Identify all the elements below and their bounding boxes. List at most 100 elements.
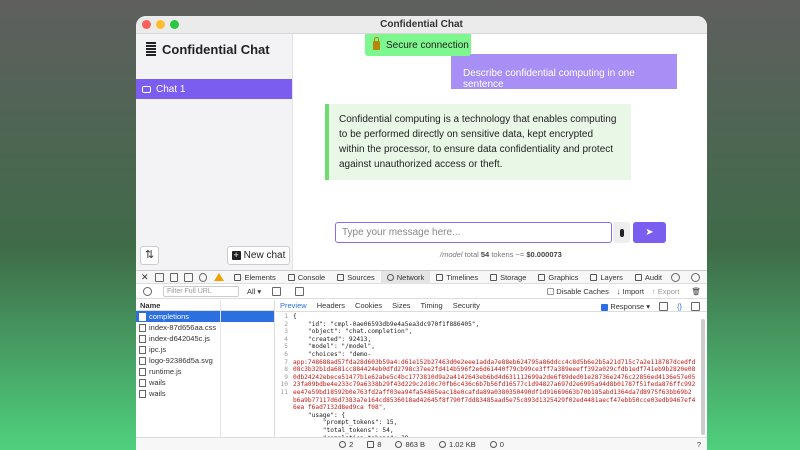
code-line: "object": "chat.completion", bbox=[293, 328, 413, 336]
window-controls bbox=[142, 20, 179, 29]
tab-layers-label: Layers bbox=[600, 272, 623, 282]
search-icon[interactable] bbox=[671, 272, 681, 282]
element-picker-icon[interactable] bbox=[198, 272, 208, 282]
settings-icon[interactable] bbox=[691, 272, 701, 282]
response-tab-headers[interactable]: Headers bbox=[317, 301, 345, 310]
dock-bottom-icon[interactable] bbox=[169, 272, 179, 282]
line-number: 6 bbox=[284, 350, 288, 358]
response-scrollbar[interactable] bbox=[701, 319, 705, 435]
requests-count-value: 2 bbox=[349, 440, 354, 449]
network-status-bar: 2 8 863 B 1.02 KB 0 ? bbox=[136, 437, 707, 450]
file-icon bbox=[139, 389, 146, 398]
titlebar: Confidential Chat bbox=[136, 16, 707, 34]
tab-audit[interactable]: Audit bbox=[629, 271, 668, 284]
model-name: /model bbox=[440, 250, 463, 259]
layers-icon bbox=[590, 273, 598, 281]
export-button[interactable]: ↑ Export bbox=[652, 287, 684, 296]
download-icon[interactable] bbox=[691, 302, 700, 311]
resources-count: 8 bbox=[367, 440, 381, 449]
list-header[interactable]: Name bbox=[136, 300, 274, 311]
cost-value: $0.000073 bbox=[526, 250, 562, 259]
clear-log-icon[interactable] bbox=[143, 286, 152, 296]
chat-main: Describe confidential computing in one s… bbox=[293, 34, 707, 270]
logo-icon bbox=[146, 42, 156, 57]
request-row[interactable]: index-d642045c.js bbox=[136, 333, 274, 344]
close-inspector-icon[interactable]: ✕ bbox=[141, 272, 149, 282]
pretty-print-icon[interactable]: {} bbox=[677, 302, 682, 311]
code-line: "id": "cmpl-0ae06593db9e4a5ea3dc970f1f88… bbox=[293, 320, 480, 328]
request-name: ipc.js bbox=[149, 345, 167, 354]
response-tab-sizes[interactable]: Sizes bbox=[392, 301, 410, 310]
response-tab-timing[interactable]: Timing bbox=[421, 301, 443, 310]
line-number: 4 bbox=[284, 335, 288, 343]
request-row[interactable]: runtime.js bbox=[136, 366, 274, 377]
response-tab-cookies[interactable]: Cookies bbox=[355, 301, 382, 310]
line-number: 1 bbox=[284, 313, 288, 320]
code-line: "model": "/model", bbox=[293, 343, 375, 351]
code-line: 6ea f6ad7132d8ed9ca f08", bbox=[293, 404, 387, 412]
secure-connection-label: Secure connection bbox=[386, 39, 469, 51]
request-row[interactable]: wails bbox=[136, 388, 274, 399]
copy-icon[interactable] bbox=[658, 302, 668, 311]
response-tab-security[interactable]: Security bbox=[453, 301, 480, 310]
request-row[interactable]: completions bbox=[136, 311, 274, 322]
code-line: 23fa09bdbe4e233c79a6338b29f43d229c2d10c7… bbox=[293, 381, 696, 389]
request-row[interactable]: wails bbox=[136, 377, 274, 388]
disable-caches-checkbox[interactable] bbox=[547, 288, 555, 296]
line-gutter: 1 2 3 4 5 6 7 8 9 10 11 bbox=[276, 313, 288, 397]
filter-icon[interactable] bbox=[295, 286, 305, 296]
trash-icon[interactable]: 🗑 bbox=[691, 287, 707, 296]
tab-layers[interactable]: Layers bbox=[584, 271, 629, 284]
close-window-button[interactable] bbox=[142, 20, 151, 29]
code-line: ee47e59bd18592b0e763fd2aff03ea94fa54865e… bbox=[293, 388, 692, 396]
code-line: "usage": { bbox=[293, 411, 346, 419]
message-input[interactable]: Type your message here... bbox=[335, 222, 612, 243]
disable-caches-toggle[interactable]: Disable Caches bbox=[547, 287, 609, 296]
tab-graphics[interactable]: Graphics bbox=[532, 271, 584, 284]
sidebar-item-chat-1[interactable]: Chat 1 bbox=[136, 79, 292, 99]
line-number: 5 bbox=[284, 343, 288, 351]
tab-timelines[interactable]: Timelines bbox=[430, 271, 484, 284]
filter-url-input[interactable]: Filter Full URL bbox=[163, 285, 239, 297]
response-mode-select[interactable]: Response ▾ bbox=[601, 302, 650, 311]
transferred-size: 863 B bbox=[395, 440, 425, 449]
zoom-window-button[interactable] bbox=[170, 20, 179, 29]
request-name: logo-92386d5a.svg bbox=[149, 356, 213, 365]
sources-icon bbox=[337, 273, 345, 281]
requests-count: 2 bbox=[339, 440, 353, 449]
response-body: 1 2 3 4 5 6 7 8 9 10 11 { "id": "cmpl-0ae06593db9e… bbox=[276, 313, 700, 437]
tab-network[interactable]: Network bbox=[380, 270, 431, 284]
audit-icon bbox=[634, 273, 642, 281]
import-button[interactable]: ↓ Import bbox=[617, 287, 644, 296]
request-row[interactable]: index-87d656aa.css bbox=[136, 322, 274, 333]
minimize-window-button[interactable] bbox=[156, 20, 165, 29]
request-row[interactable]: logo-92386d5a.svg bbox=[136, 355, 274, 366]
microphone-button[interactable] bbox=[613, 222, 630, 243]
sort-button[interactable]: ⇅ bbox=[140, 246, 159, 265]
timer-icon bbox=[439, 441, 447, 448]
tab-sources-label: Sources bbox=[347, 272, 375, 282]
type-filter-select[interactable]: All ▾ bbox=[247, 287, 261, 296]
tab-sources[interactable]: Sources bbox=[331, 271, 381, 284]
resource-size: 1.02 KB bbox=[439, 440, 476, 449]
group-media-icon[interactable] bbox=[272, 286, 282, 296]
file-icon bbox=[139, 356, 146, 365]
plus-icon: + bbox=[231, 250, 241, 260]
assistant-message: Confidential computing is a technology t… bbox=[325, 104, 631, 180]
response-tab-preview[interactable]: Preview bbox=[280, 301, 307, 310]
code-line: app:748688ad57fda28d603b59a4:d61e152b274… bbox=[293, 358, 696, 366]
new-chat-button[interactable]: + New chat bbox=[227, 246, 290, 265]
elements-icon bbox=[234, 273, 242, 281]
detach-icon[interactable] bbox=[184, 272, 193, 282]
message-input-placeholder: Type your message here... bbox=[342, 227, 461, 238]
tab-storage[interactable]: Storage bbox=[484, 271, 532, 284]
code-line: "prompt_tokens": 15, bbox=[293, 419, 398, 427]
tab-elements[interactable]: Elements bbox=[228, 271, 281, 284]
help-icon[interactable]: ? bbox=[697, 440, 701, 449]
tab-console[interactable]: Console bbox=[282, 271, 332, 284]
web-inspector: ✕ Elements Console Sources Network Timel… bbox=[136, 270, 707, 450]
request-row[interactable]: ipc.js bbox=[136, 344, 274, 355]
warning-icon[interactable] bbox=[214, 273, 225, 281]
send-button[interactable]: ➤ bbox=[633, 222, 666, 243]
dock-side-icon[interactable] bbox=[155, 272, 164, 282]
